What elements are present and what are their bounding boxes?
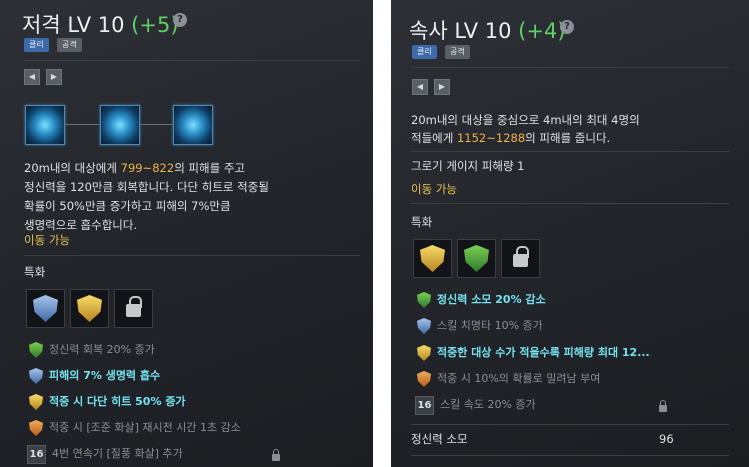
level-bonus: (+5) [131, 13, 179, 37]
damage-value: 799~822 [120, 161, 175, 175]
blue-shield-icon [29, 368, 43, 384]
divider [411, 424, 729, 425]
sniping-stage-1-icon [25, 105, 65, 145]
spec-row-label: 스킬 치명타 10% 증가 [437, 319, 543, 332]
chain-connector [64, 124, 100, 125]
spec-row-label: 스킬 속도 20% 증가 [440, 398, 536, 411]
green-shield-icon[interactable] [457, 239, 496, 278]
stat-label: 정신력 소모 [411, 432, 468, 446]
spec-row-label: 적중한 대상 수가 적을수록 피해량 최대 12... [437, 346, 650, 359]
blue-shield-icon[interactable] [26, 289, 65, 328]
tag-type: 공격 [57, 38, 82, 52]
spec-label: 특화 [411, 215, 433, 229]
next-arrow-button[interactable]: ▶ [46, 69, 62, 85]
gold-shield-icon[interactable] [70, 289, 109, 328]
movable-label: 이동 가능 [24, 233, 70, 247]
tag-type: 공격 [445, 45, 470, 59]
sniping-stage-3-icon [173, 105, 213, 145]
spec-row-label: 정신력 회복 20% 증가 [49, 343, 155, 356]
description-line-1: 20m내의 대상을 중심으로 4m내의 최대 4명의 [411, 113, 640, 127]
gold-shield-icon [29, 394, 43, 410]
spec-label: 특화 [24, 265, 46, 279]
skill-tooltip-rapid-shot: 속사 LV 10 (+4) ? 클리 공격 ◀ ▶ 20m내의 대상을 중심으로… [391, 0, 749, 467]
groggy-gauge-line: 그로기 게이지 피해량 1 [411, 159, 525, 173]
gold-shield-icon[interactable] [413, 239, 452, 278]
help-icon[interactable]: ? [560, 20, 574, 34]
tag-class: 클리 [412, 45, 437, 59]
next-arrow-button[interactable]: ▶ [434, 79, 450, 95]
orange-shield-icon [417, 371, 431, 387]
spec-row-label: 적중 시 다단 히트 50% 증가 [49, 395, 186, 408]
damage-value: 1152~1288 [456, 131, 526, 145]
skill-title: 속사 LV 10 (+4) [409, 15, 566, 45]
help-icon[interactable]: ? [173, 13, 187, 27]
divider [24, 60, 360, 61]
green-shield-icon [417, 292, 431, 308]
divider [411, 67, 729, 68]
skill-tooltip-sniping: 저격 LV 10 (+5) ? 클리 공격 ◀ ▶ 20m내의 대상에게 799… [0, 0, 373, 467]
green-shield-icon [29, 342, 43, 358]
chain-connector [139, 124, 173, 125]
sniping-stage-2-icon [100, 105, 140, 145]
divider [411, 151, 729, 152]
spec-row-label: 적중 시 10%의 확률로 밀려남 부여 [437, 372, 601, 385]
tag-class: 클리 [24, 38, 49, 52]
locked-chain-icon[interactable] [501, 239, 540, 278]
blue-shield-icon [417, 318, 431, 334]
description-line-3: 확률이 50%만큼 증가하고 피해의 7%만큼 [24, 199, 231, 213]
divider [24, 255, 360, 256]
spec-row-label: 정신력 소모 20% 감소 [437, 293, 546, 306]
description-line-1: 20m내의 대상에게 799~822의 피해를 주고 [24, 161, 245, 175]
level-requirement-badge: 16 [27, 445, 46, 464]
prev-arrow-button[interactable]: ◀ [24, 69, 40, 85]
divider [411, 203, 729, 204]
description-line-2: 정신력을 120만큼 회복합니다. 다단 히트로 적중될 [24, 180, 269, 194]
level-bonus: (+4) [518, 19, 566, 43]
locked-chain-icon[interactable] [114, 289, 153, 328]
spec-row: 16 4번 연속기 [질풍 화살] 추가 [27, 445, 357, 464]
description-line-2: 적들에게 1152~1288의 피해를 줍니다. [411, 131, 611, 145]
level-requirement-badge: 16 [415, 396, 434, 415]
stat-value: 96 [659, 432, 674, 446]
gold-shield-icon [417, 345, 431, 361]
spec-row-label: 피해의 7% 생명력 흡수 [49, 369, 161, 382]
skill-name: 저격 LV 10 [22, 13, 125, 37]
spec-row-label: 적중 시 [조준 화살] 재시전 시간 1초 감소 [49, 421, 241, 434]
prev-arrow-button[interactable]: ◀ [412, 79, 428, 95]
lock-icon [659, 400, 667, 412]
skill-title: 저격 LV 10 (+5) [22, 9, 179, 39]
orange-shield-icon [29, 420, 43, 436]
divider [411, 455, 729, 456]
skill-name: 속사 LV 10 [409, 19, 512, 43]
spec-row: 16 스킬 속도 20% 증가 [415, 396, 715, 415]
spec-row-label: 4번 연속기 [질풍 화살] 추가 [52, 447, 183, 460]
lock-icon [272, 449, 280, 461]
movable-label: 이동 가능 [411, 182, 457, 196]
